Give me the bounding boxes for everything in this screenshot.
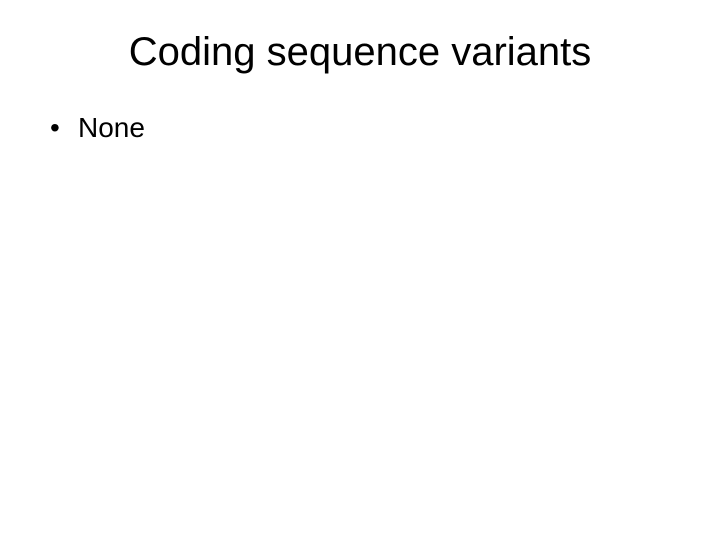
slide-title: Coding sequence variants [40, 30, 680, 75]
slide-container: Coding sequence variants None [0, 0, 720, 540]
list-item: None [50, 110, 680, 146]
bullet-list: None [50, 110, 680, 146]
slide-content: None [40, 110, 680, 146]
